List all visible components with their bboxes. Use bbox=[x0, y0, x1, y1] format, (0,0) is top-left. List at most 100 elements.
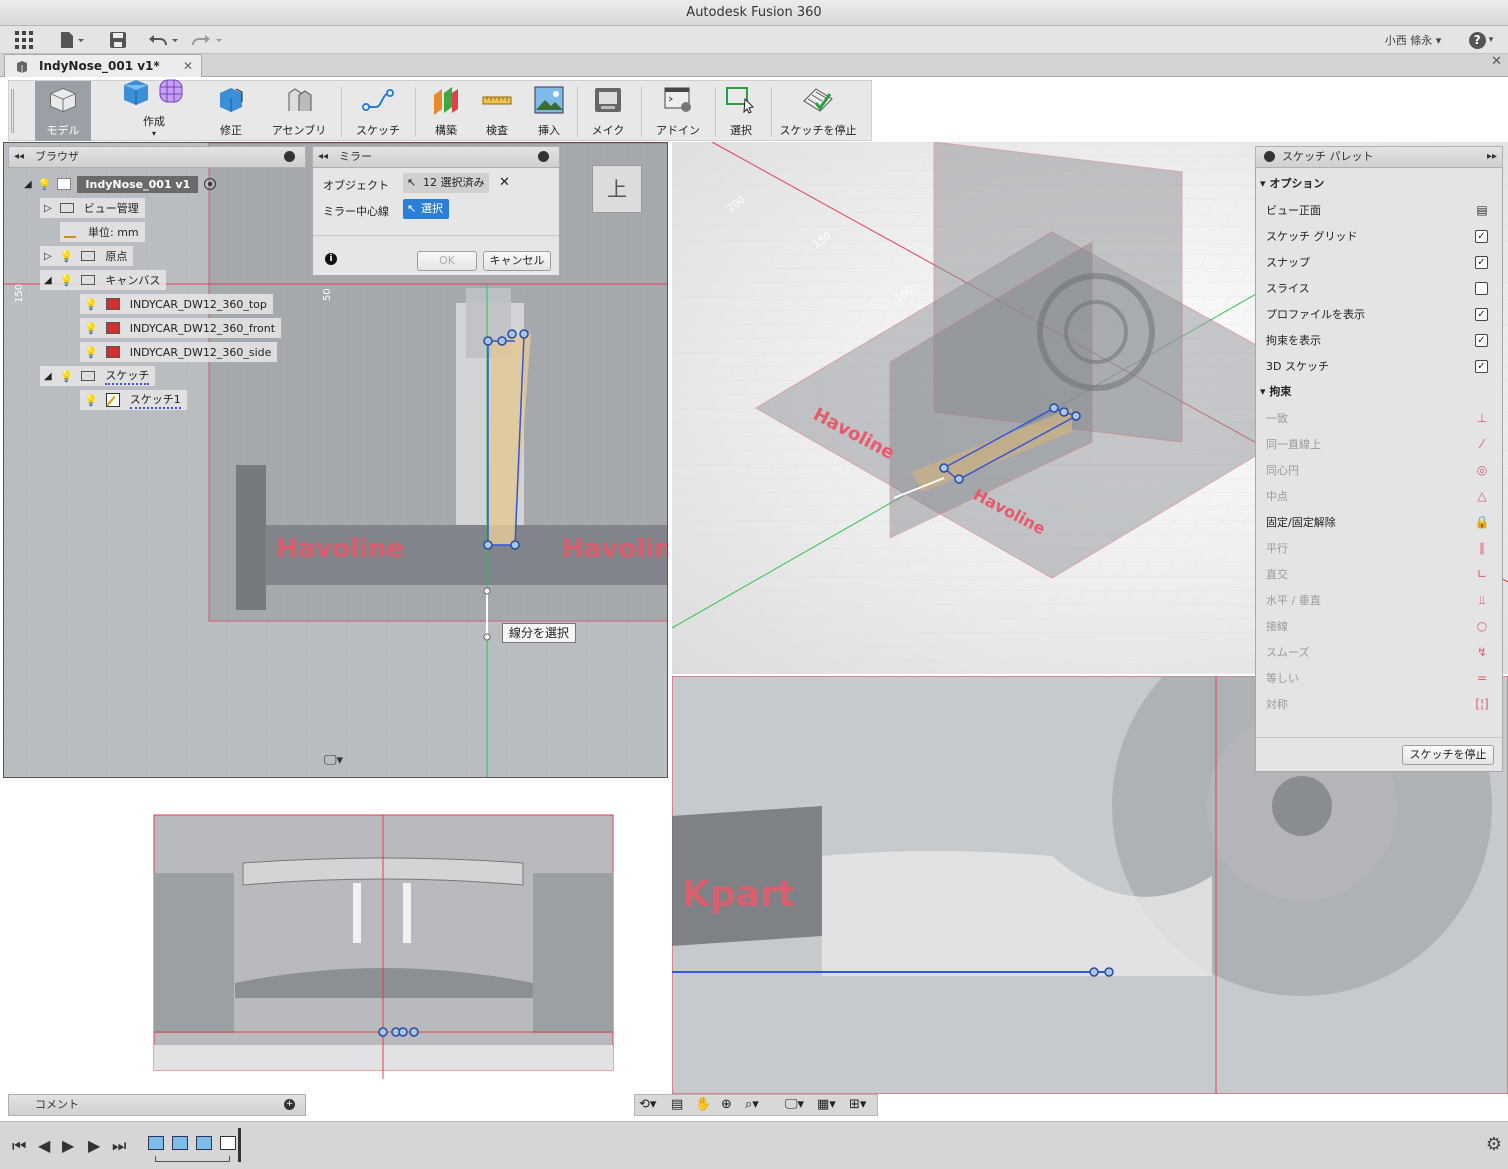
fit-icon[interactable]: ⌕▾ bbox=[745, 1097, 759, 1112]
undo-icon[interactable] bbox=[148, 30, 180, 50]
browser-item-units[interactable]: 単位: mm bbox=[60, 222, 145, 242]
visibility-bulb-icon[interactable]: 💡 bbox=[84, 298, 98, 311]
palette-option-show-constraints[interactable]: 拘束を表示 ✓ bbox=[1266, 329, 1494, 351]
view-cube[interactable]: 上 bbox=[592, 165, 642, 213]
add-comment-icon[interactable]: + bbox=[284, 1099, 295, 1110]
constraint-concentric[interactable]: 同心円 ◎ bbox=[1266, 459, 1494, 481]
help-icon[interactable]: ? ▾ bbox=[1464, 30, 1498, 50]
toolbar-grip[interactable] bbox=[11, 89, 14, 133]
browser-item-sketches[interactable]: ◢ 💡 スケッチ bbox=[40, 366, 156, 386]
expand-triangle-icon[interactable]: ▷ bbox=[44, 251, 52, 262]
inspect-menu[interactable]: 検査 bbox=[477, 81, 517, 141]
visibility-bulb-icon[interactable]: 💡 bbox=[60, 250, 74, 263]
visibility-bulb-icon[interactable]: 💡 bbox=[60, 274, 74, 287]
browser-item-canvas-front[interactable]: 💡 INDYCAR_DW12_360_front bbox=[80, 318, 282, 338]
comment-panel-header[interactable]: コメント + bbox=[8, 1094, 306, 1116]
tab-close-all-icon[interactable]: ✕ bbox=[1491, 54, 1502, 69]
snap-checkbox[interactable]: ✓ bbox=[1475, 255, 1488, 269]
palette-option-sketch-grid[interactable]: スケッチ グリッド ✓ bbox=[1266, 225, 1494, 247]
constraints-section-header[interactable]: ▾ 拘束 bbox=[1260, 383, 1291, 399]
constraint-coincident[interactable]: 一致 ⊥ bbox=[1266, 407, 1494, 429]
step-forward-icon[interactable]: ▶ bbox=[88, 1136, 100, 1155]
modify-menu[interactable]: 修正 bbox=[209, 81, 253, 141]
display-settings-icon[interactable]: 🖵▾ bbox=[785, 1097, 804, 1112]
user-account-menu[interactable]: 小西 條永 ▾ bbox=[1378, 30, 1448, 50]
step-back-icon[interactable]: ◀ bbox=[38, 1136, 50, 1155]
mirror-dialog-header[interactable]: ◂◂ ミラー bbox=[312, 146, 560, 168]
visibility-bulb-icon[interactable]: 💡 bbox=[84, 322, 98, 335]
viewport-front[interactable] bbox=[3, 783, 668, 1098]
select-menu[interactable]: 選択 bbox=[719, 81, 763, 141]
constraint-collinear[interactable]: 同一直線上 ⁄ bbox=[1266, 433, 1494, 455]
expand-triangle-icon[interactable]: ▷ bbox=[44, 203, 52, 214]
show-constraints-checkbox[interactable]: ✓ bbox=[1475, 333, 1488, 347]
timeline-canvas-icon[interactable] bbox=[172, 1136, 188, 1150]
save-icon[interactable] bbox=[108, 30, 128, 50]
create-menu[interactable]: 作成 ▾ bbox=[109, 79, 199, 141]
workspace-switcher[interactable]: モデル bbox=[35, 81, 91, 141]
constraint-fix-unfix[interactable]: 固定/固定解除 🔒 bbox=[1266, 511, 1494, 533]
file-menu-icon[interactable] bbox=[56, 30, 88, 50]
addins-menu[interactable]: アドイン bbox=[647, 81, 709, 141]
palette-option-show-profile[interactable]: プロファイルを表示 ✓ bbox=[1266, 303, 1494, 325]
visibility-bulb-icon[interactable]: 💡 bbox=[84, 394, 98, 407]
insert-menu[interactable]: 挿入 bbox=[529, 81, 569, 141]
timeline-canvas-icon[interactable] bbox=[196, 1136, 212, 1150]
info-icon[interactable]: i bbox=[325, 253, 337, 265]
palette-option-snap[interactable]: スナップ ✓ bbox=[1266, 251, 1494, 273]
collapse-palette-icon[interactable]: ▸▸ bbox=[1487, 147, 1497, 167]
look-at-icon[interactable]: ▤ bbox=[671, 1097, 683, 1112]
constraint-smooth[interactable]: スムーズ ↯ bbox=[1266, 641, 1494, 663]
timeline-marker[interactable] bbox=[238, 1128, 241, 1162]
mirror-line-select[interactable]: ↖ 選択 bbox=[403, 199, 449, 219]
app-grid-icon[interactable] bbox=[12, 30, 36, 50]
sketch-grid-checkbox[interactable]: ✓ bbox=[1475, 229, 1488, 243]
activate-radio-icon[interactable] bbox=[204, 178, 217, 190]
constraint-tangent[interactable]: 接線 ○ bbox=[1266, 615, 1494, 637]
constraint-parallel[interactable]: 平行 ∥ bbox=[1266, 537, 1494, 559]
options-section-header[interactable]: ▾ オプション bbox=[1260, 175, 1324, 191]
timeline-canvas-icon[interactable] bbox=[148, 1136, 164, 1150]
clear-selection-icon[interactable]: ✕ bbox=[499, 175, 510, 190]
ok-button[interactable]: OK bbox=[417, 251, 477, 271]
browser-pin-icon[interactable] bbox=[284, 151, 295, 162]
collapse-dialog-icon[interactable]: ◂◂ bbox=[318, 147, 328, 167]
play-icon[interactable]: ▶ bbox=[62, 1136, 74, 1155]
orbit-icon[interactable]: ⟲▾ bbox=[639, 1097, 656, 1112]
grid-settings-icon[interactable]: ▦▾ bbox=[817, 1097, 836, 1112]
sketch-palette-header[interactable]: スケッチ パレット ▸▸ bbox=[1255, 146, 1503, 168]
collapse-browser-icon[interactable]: ◂◂ bbox=[14, 147, 24, 167]
viewports-icon[interactable]: ⊞▾ bbox=[849, 1097, 866, 1112]
visibility-bulb-icon[interactable]: 💡 bbox=[84, 346, 98, 359]
browser-item-canvas-top[interactable]: 💡 INDYCAR_DW12_360_top bbox=[80, 294, 273, 314]
show-profile-checkbox[interactable]: ✓ bbox=[1475, 307, 1488, 321]
palette-option-3d-sketch[interactable]: 3D スケッチ ✓ bbox=[1266, 355, 1494, 377]
slice-checkbox[interactable] bbox=[1475, 281, 1488, 295]
3d-sketch-checkbox[interactable]: ✓ bbox=[1475, 359, 1488, 373]
make-menu[interactable]: メイク bbox=[583, 81, 633, 141]
constraint-horizontal-vertical[interactable]: 水平 / 垂直 ⫫ bbox=[1266, 589, 1494, 611]
visibility-bulb-icon[interactable]: 💡 bbox=[38, 178, 52, 191]
redo-icon[interactable] bbox=[192, 30, 224, 50]
constraint-equal[interactable]: 等しい = bbox=[1266, 667, 1494, 689]
constraint-symmetry[interactable]: 対称 [¦] bbox=[1266, 693, 1494, 715]
browser-item-view[interactable]: ▷ ビュー管理 bbox=[40, 198, 145, 218]
go-to-start-icon[interactable]: ⏮ bbox=[12, 1136, 26, 1156]
palette-pin-icon[interactable] bbox=[1264, 151, 1275, 162]
browser-item-canvas-side[interactable]: 💡 INDYCAR_DW12_360_side bbox=[80, 342, 278, 362]
object-selection[interactable]: ↖ 12 選択済み bbox=[403, 173, 489, 193]
sketch-menu[interactable]: スケッチ bbox=[347, 81, 409, 141]
cancel-button[interactable]: キャンセル bbox=[483, 251, 551, 271]
stop-sketch-toolbar-button[interactable]: スケッチを停止 bbox=[775, 81, 861, 141]
pan-icon[interactable]: ✋ bbox=[695, 1097, 711, 1112]
zoom-icon[interactable]: ⊕ bbox=[721, 1097, 732, 1112]
display-settings-icon[interactable]: 🖵▾ bbox=[324, 753, 343, 768]
go-to-end-icon[interactable]: ⏭ bbox=[112, 1136, 126, 1156]
construct-menu[interactable]: 構築 bbox=[421, 81, 471, 141]
constraint-midpoint[interactable]: 中点 △ bbox=[1266, 485, 1494, 507]
browser-item-origin[interactable]: ▷ 💡 原点 bbox=[40, 246, 134, 266]
constraint-perpendicular[interactable]: 直交 ∟ bbox=[1266, 563, 1494, 585]
timeline-sketch-icon[interactable] bbox=[220, 1136, 236, 1150]
assemble-menu[interactable]: アセンブリ bbox=[263, 81, 335, 141]
browser-item-sketch1[interactable]: 💡 スケッチ1 bbox=[80, 390, 187, 410]
